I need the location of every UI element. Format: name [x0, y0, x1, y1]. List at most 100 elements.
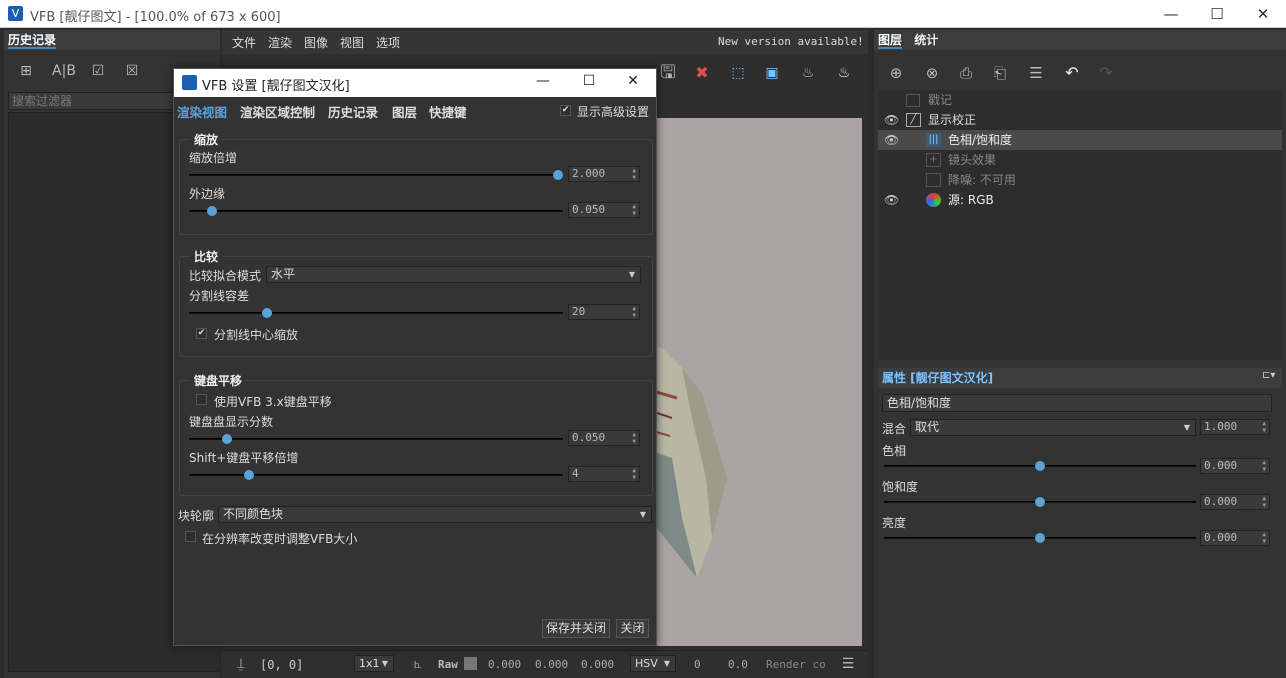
update-notice[interactable]: New version available! — [718, 35, 864, 48]
blend-amount-input[interactable]: 1.000 ▲ ▼ — [1200, 419, 1270, 435]
zoom-mult-slider[interactable] — [189, 170, 563, 180]
menu-view[interactable]: 视图 — [340, 34, 364, 51]
layer-stamp[interactable]: 戳记 — [878, 90, 1282, 110]
slider-knob[interactable] — [1035, 497, 1045, 507]
dialog-minimize-button[interactable]: — — [520, 73, 566, 89]
load-history-icon[interactable]: ☑ — [86, 60, 110, 82]
status-bar: ⍊ [0, 0] 1x1 ▼ ⦜ Raw 0.000 0.000 0.000 HS… — [222, 650, 868, 678]
shift-pan-slider[interactable] — [189, 470, 563, 480]
eye-icon[interactable]: 👁 — [884, 110, 899, 130]
outline-label: 块轮廓 — [178, 509, 215, 523]
menu-options[interactable]: 选项 — [376, 34, 400, 51]
teapot-render-icon[interactable]: ♨ — [832, 62, 856, 84]
dialog-maximize-button[interactable]: ☐ — [566, 73, 612, 89]
save-close-button[interactable]: 保存并关闭 — [542, 619, 610, 638]
slider-knob[interactable] — [553, 170, 563, 180]
layer-name-field[interactable]: 色相/饱和度 — [882, 394, 1272, 412]
dialog-title-bar: VFB 设置 [靓仔图文汉化] — ☐ ✕ — [174, 69, 656, 97]
layer-denoise[interactable]: 降噪: 不可用 — [878, 170, 1282, 190]
slider-knob[interactable] — [243, 470, 254, 480]
undo-icon[interactable]: ↶ — [1060, 62, 1084, 84]
split-tolerance-input[interactable]: 20 ▲ ▼ — [568, 304, 640, 320]
prop-slider-input[interactable]: 0.000 ▲ ▼ — [1200, 494, 1270, 510]
prop-slider-row: 亮度 0.000 ▲ ▼ — [874, 514, 1286, 550]
blend-mode-select[interactable]: 取代 ▼ — [910, 419, 1196, 436]
save-image-icon[interactable]: 🖫 — [656, 62, 680, 84]
zoom-select[interactable]: 1x1 ▼ — [354, 655, 394, 672]
zoom-mult-input[interactable]: 2.000 ▲ ▼ — [568, 166, 640, 182]
menu-image[interactable]: 图像 — [304, 34, 328, 51]
compare-ab-icon[interactable]: A|B — [50, 60, 78, 82]
prop-slider[interactable] — [884, 461, 1196, 471]
outline-select[interactable]: 不同颜色块 ▼ — [218, 506, 652, 523]
vfb3-pan-checkbox[interactable] — [196, 394, 207, 405]
prop-slider-row: 色相 0.000 ▲ ▼ — [874, 442, 1286, 478]
slider-knob[interactable] — [1035, 461, 1045, 471]
slider-knob[interactable] — [261, 308, 272, 318]
curve-icon[interactable]: ⦜ — [408, 653, 428, 675]
clear-image-icon[interactable]: ✖ — [690, 62, 714, 84]
prop-slider[interactable] — [884, 497, 1196, 507]
add-history-icon[interactable]: ⊞ — [14, 60, 38, 82]
outer-edge-slider[interactable] — [189, 206, 563, 216]
layers-panel: 图层 统计 ⊕ ⊗ ⎙ ⎗ ☰ ↶ ↷ 戳记 👁 ╱ 显示校正 👁 ||| 色相… — [874, 30, 1286, 368]
hue-sat-icon: ||| — [926, 133, 941, 147]
layer-hue-saturation[interactable]: 👁 ||| 色相/饱和度 — [878, 130, 1282, 150]
panel-menu-icon[interactable]: ⊏▾ — [1262, 370, 1275, 381]
resize-checkbox[interactable] — [185, 531, 196, 542]
title-bar: V VFB [靓仔图文] - [100.0% of 673 x 600] — ☐… — [0, 0, 1286, 28]
value-r: 0.000 — [488, 658, 522, 671]
eye-icon[interactable]: 👁 — [884, 130, 899, 150]
split-tolerance-slider[interactable] — [189, 308, 563, 318]
split-center-checkbox[interactable]: ✔ — [196, 328, 207, 339]
region-select-icon[interactable]: ⬚ — [726, 62, 750, 84]
prop-slider[interactable] — [884, 533, 1196, 543]
tab-layers[interactable]: 图层 — [878, 33, 903, 49]
load-layers-icon[interactable]: ⎗ — [988, 62, 1012, 84]
rendered-model — [641, 343, 727, 578]
slider-knob[interactable] — [1035, 533, 1045, 543]
maximize-button[interactable]: ☐ — [1194, 0, 1240, 28]
tab-render-view[interactable]: 渲染视图 — [177, 102, 227, 121]
advanced-checkbox[interactable]: ✔ — [560, 105, 571, 116]
tab-history[interactable]: 历史记录 — [328, 102, 378, 121]
render-region-icon[interactable]: ▣ — [760, 62, 784, 84]
delete-layer-icon[interactable]: ⊗ — [920, 62, 944, 84]
layer-list-icon[interactable]: ☰ — [1024, 62, 1048, 84]
slider-knob[interactable] — [221, 434, 232, 444]
pan-fraction-slider[interactable] — [189, 434, 563, 444]
lens-icon: + — [926, 153, 941, 167]
fit-mode-select[interactable]: 水平 ▼ — [266, 266, 641, 283]
layer-lens-effects[interactable]: + 镜头效果 — [878, 150, 1282, 170]
outer-edge-input[interactable]: 0.050 ▲ ▼ — [568, 202, 640, 218]
tab-shortcuts[interactable]: 快捷键 — [429, 102, 467, 121]
log-icon[interactable]: ☰ — [838, 653, 858, 675]
color-mode-select[interactable]: HSV ▼ — [630, 655, 676, 672]
pick-pixel-icon[interactable]: ⍊ — [232, 653, 250, 675]
pan-fraction-input[interactable]: 0.050 ▲ ▼ — [568, 430, 640, 446]
save-layers-icon[interactable]: ⎙ — [954, 62, 978, 84]
dialog-close-x-button[interactable]: ✕ — [610, 73, 656, 89]
prop-slider-input[interactable]: 0.000 ▲ ▼ — [1200, 458, 1270, 474]
menu-bar: 文件 渲染 图像 视图 选项 New version available! — [222, 30, 868, 54]
menu-file[interactable]: 文件 — [232, 34, 256, 51]
render-canvas[interactable] — [641, 118, 862, 646]
eye-icon[interactable]: 👁 — [884, 190, 899, 210]
layer-source-rgb[interactable]: 👁 源: RGB — [878, 190, 1282, 210]
close-window-button[interactable]: ✕ — [1240, 0, 1286, 28]
close-button[interactable]: 关闭 — [616, 619, 649, 638]
compare-group-title: 比较 — [190, 248, 223, 265]
redo-icon[interactable]: ↷ — [1094, 62, 1118, 84]
shift-pan-input[interactable]: 4 ▲ ▼ — [568, 466, 640, 482]
tab-layers[interactable]: 图层 — [392, 102, 417, 121]
tab-region-control[interactable]: 渲染区域控制 — [240, 102, 315, 121]
delete-history-icon[interactable]: ☒ — [120, 60, 144, 82]
menu-render[interactable]: 渲染 — [268, 34, 292, 51]
minimize-button[interactable]: — — [1148, 0, 1194, 28]
prop-slider-input[interactable]: 0.000 ▲ ▼ — [1200, 530, 1270, 546]
add-layer-icon[interactable]: ⊕ — [884, 62, 908, 84]
layer-display-correction[interactable]: 👁 ╱ 显示校正 — [878, 110, 1282, 130]
prop-slider-label: 色相 — [882, 444, 907, 458]
tab-stats[interactable]: 统计 — [914, 33, 938, 47]
render-status: Render co — [766, 658, 826, 671]
